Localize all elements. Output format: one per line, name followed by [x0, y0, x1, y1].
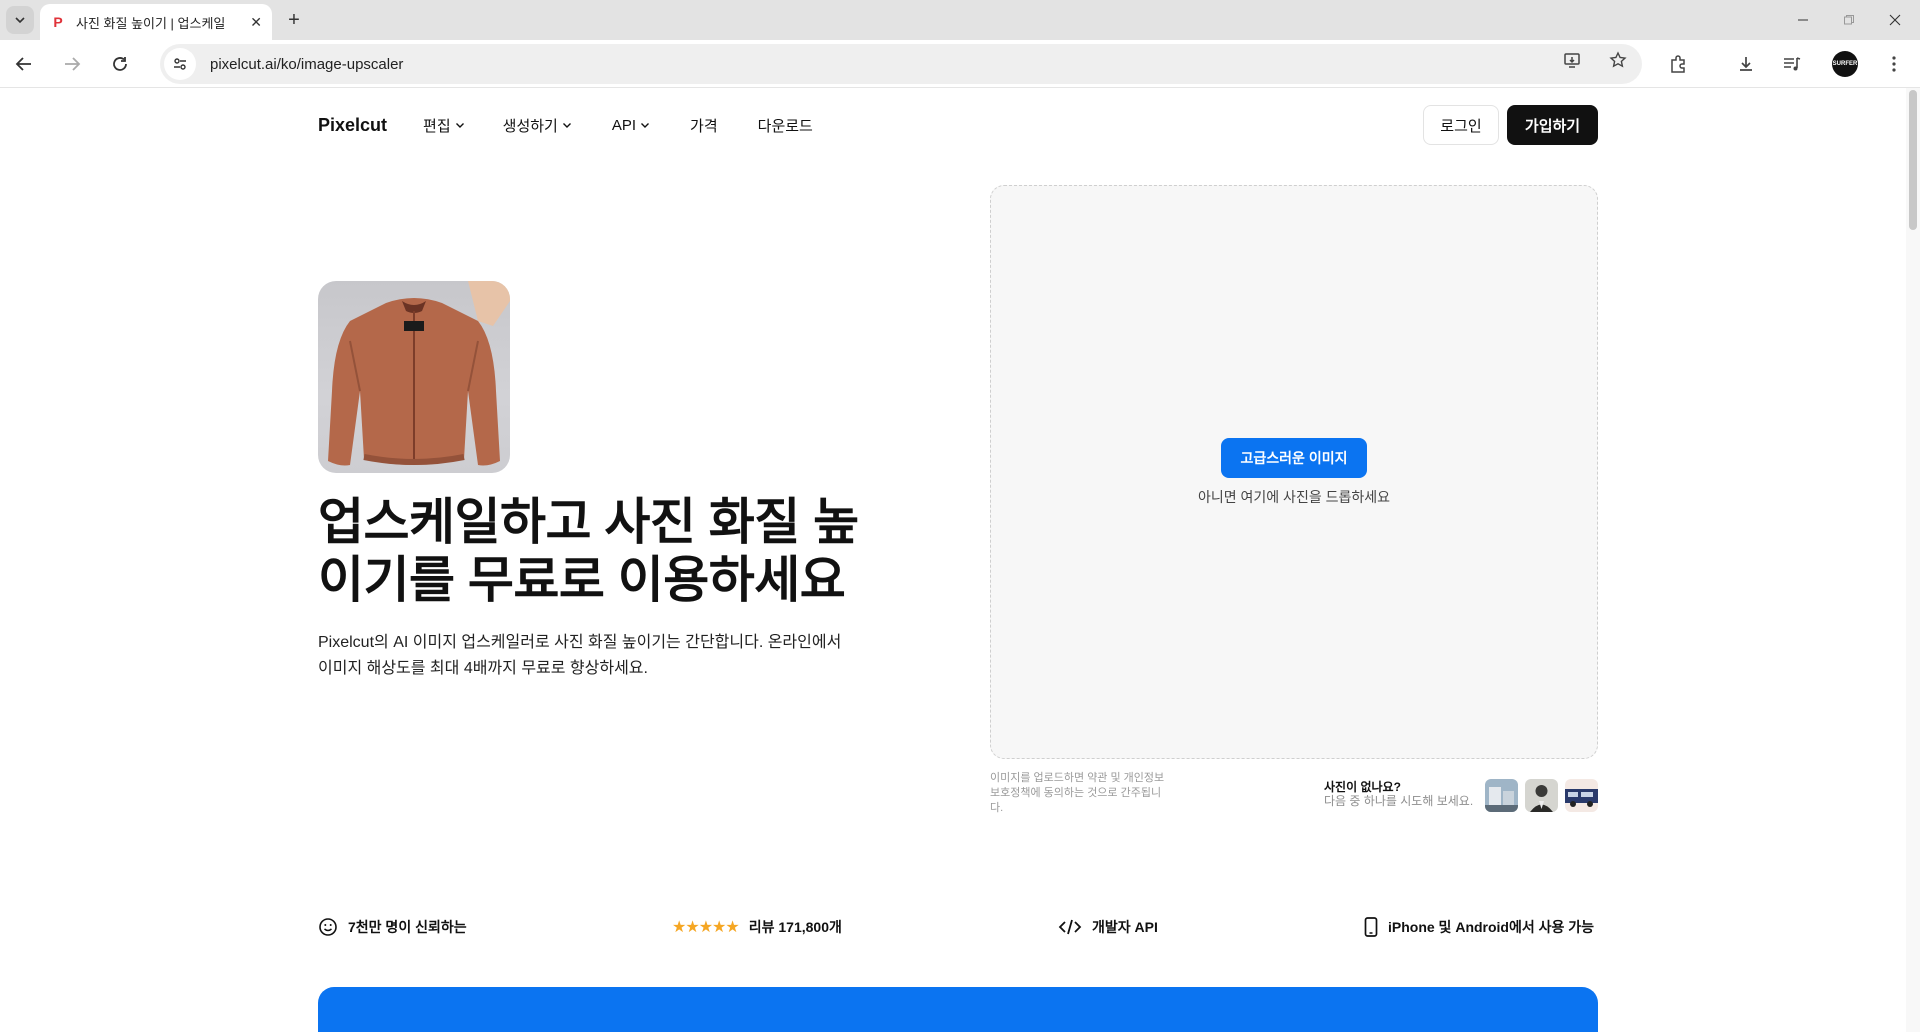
- nav-item-label: 다운로드: [757, 117, 813, 135]
- address-bar[interactable]: pixelcut.ai/ko/image-upscaler: [160, 44, 1642, 84]
- trust-api[interactable]: 개발자 API: [1058, 916, 1158, 938]
- forward-button[interactable]: [56, 48, 88, 80]
- no-photo-prompt: 사진이 없나요? 다음 중 하나를 시도해 보세요.: [1324, 780, 1473, 808]
- terms-line: 다.: [990, 802, 1004, 814]
- media-controls-icon[interactable]: [1776, 48, 1808, 80]
- minimize-button[interactable]: [1780, 0, 1826, 40]
- browser-menu-icon[interactable]: [1878, 48, 1910, 80]
- profile-avatar[interactable]: SURFER: [1832, 51, 1858, 77]
- downloads-icon[interactable]: [1730, 48, 1762, 80]
- brand-logo[interactable]: Pixelcut: [318, 115, 387, 136]
- nav-item-label: 생성하기: [502, 117, 558, 135]
- site-nav: Pixelcut 편집 생성하기 API 가격 다운로드: [318, 104, 1598, 146]
- hero-desc-line: 이미지 해상도를 최대 4배까지 무료로 향상하세요.: [318, 660, 648, 677]
- nav-item-label: 가격: [690, 117, 718, 135]
- code-icon: [1058, 919, 1082, 935]
- chevron-down-icon: [641, 123, 650, 128]
- minimize-icon: [1798, 19, 1808, 21]
- browser-tabbar: P 사진 화질 높이기 | 업스케일 ✕ +: [0, 0, 1920, 40]
- upload-image-button[interactable]: 고급스러운 이미지: [1221, 438, 1367, 478]
- nav-item-api[interactable]: API: [612, 117, 650, 134]
- reload-button[interactable]: [104, 48, 136, 80]
- no-photo-subtext: 다음 중 하나를 시도해 보세요.: [1324, 794, 1474, 808]
- pixelcut-favicon-icon: P: [53, 14, 63, 30]
- nav-item-generate[interactable]: 생성하기: [503, 115, 572, 136]
- trust-platforms-text: iPhone 및 Android에서 사용 가능: [1388, 919, 1595, 935]
- chevron-down-icon: [455, 123, 464, 128]
- terms-line: 이미지를 업로드하면 약관 및 개인정보: [990, 772, 1165, 784]
- extensions-icon[interactable]: [1662, 48, 1694, 80]
- restore-icon: [1844, 15, 1854, 25]
- hero-title-line: 업스케일하고 사진 화질 높: [318, 494, 859, 550]
- drop-hint-text: 아니면 여기에 사진을 드롭하세요: [1198, 489, 1390, 505]
- close-icon: [1889, 14, 1901, 26]
- hero-title: 업스케일하고 사진 화질 높 이기를 무료로 이용하세요: [318, 493, 878, 609]
- hero-title-line: 이기를 무료로 이용하세요: [318, 552, 846, 608]
- phone-icon: [1364, 917, 1378, 937]
- nav-item-edit[interactable]: 편집: [423, 115, 465, 136]
- arrow-right-icon: [65, 57, 81, 71]
- nav-item-label: 편집: [423, 117, 451, 135]
- hero-jacket-image: [318, 281, 510, 473]
- signup-button[interactable]: 가입하기: [1507, 105, 1598, 145]
- trust-api-text: 개발자 API: [1092, 919, 1158, 935]
- trust-reviews-text: 리뷰 171,800개: [748, 919, 842, 935]
- login-button[interactable]: 로그인: [1423, 105, 1499, 145]
- browser-toolbar: pixelcut.ai/ko/image-upscaler: [0, 40, 1920, 88]
- new-tab-button[interactable]: +: [282, 8, 306, 32]
- reload-icon: [113, 57, 127, 71]
- chevron-down-icon: [15, 17, 25, 24]
- promo-section-blue: [318, 987, 1598, 1032]
- install-app-icon[interactable]: [1556, 44, 1588, 76]
- back-button[interactable]: [8, 48, 40, 80]
- browser-tab-active[interactable]: P 사진 화질 높이기 | 업스케일 ✕: [40, 4, 272, 40]
- bookmark-star-icon[interactable]: [1602, 44, 1634, 76]
- smiley-icon: [319, 918, 337, 936]
- site-settings-icon[interactable]: [164, 48, 196, 80]
- no-photo-question: 사진이 없나요?: [1324, 780, 1401, 794]
- sample-image-portrait[interactable]: [1525, 779, 1558, 812]
- trust-users: 7천만 명이 신뢰하는: [318, 916, 467, 938]
- trust-platforms: iPhone 및 Android에서 사용 가능: [1364, 916, 1594, 938]
- trust-users-text: 7천만 명이 신뢰하는: [348, 919, 467, 935]
- scrollbar-thumb[interactable]: [1909, 90, 1917, 230]
- nav-item-label: API: [611, 116, 637, 134]
- sample-image-car[interactable]: [1565, 779, 1598, 812]
- hero-description: Pixelcut의 AI 이미지 업스케일러로 사진 화질 높이기는 간단합니다…: [318, 630, 858, 682]
- tab-title: 사진 화질 높이기 | 업스케일: [76, 15, 226, 31]
- chevron-down-icon: [562, 123, 571, 128]
- rating-stars-icon: ★★★★★: [672, 919, 740, 936]
- tab-search-button[interactable]: [6, 6, 34, 34]
- sample-image-building[interactable]: [1485, 779, 1518, 812]
- nav-item-pricing[interactable]: 가격: [690, 115, 718, 136]
- hero-desc-line: Pixelcut의 AI 이미지 업스케일러로 사진 화질 높이기는 간단합니다…: [318, 634, 842, 651]
- arrow-left-icon: [15, 57, 31, 71]
- restore-button[interactable]: [1826, 0, 1872, 40]
- upload-terms-text: 이미지를 업로드하면 약관 및 개인정보 보호정책에 동의하는 것으로 간주됩니…: [990, 771, 1190, 816]
- url-text: pixelcut.ai/ko/image-upscaler: [210, 55, 404, 73]
- close-tab-icon[interactable]: ✕: [250, 14, 262, 31]
- terms-line: 보호정책에 동의하는 것으로 간주됩니: [990, 787, 1162, 799]
- close-window-button[interactable]: [1872, 0, 1918, 40]
- nav-item-download[interactable]: 다운로드: [758, 115, 813, 136]
- trust-reviews: ★★★★★ 리뷰 171,800개: [672, 916, 842, 938]
